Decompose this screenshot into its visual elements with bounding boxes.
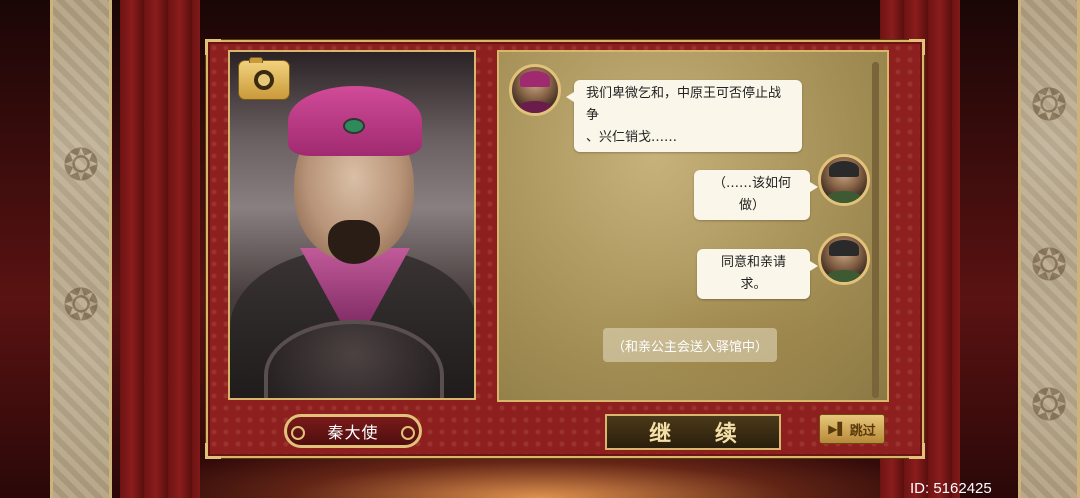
player-avatar bbox=[818, 233, 870, 285]
player-avatar bbox=[818, 154, 870, 206]
character-name: 秦大使 bbox=[327, 423, 379, 442]
user-id-label: ID: 5162425 bbox=[910, 480, 992, 497]
dragon-emblem-icon: ❂ bbox=[1030, 380, 1068, 431]
player-message-bubble: （……该如何做） bbox=[694, 170, 818, 220]
dialog-scrollbar[interactable] bbox=[872, 62, 879, 398]
skip-forward-icon: ▶▌ bbox=[828, 422, 847, 436]
curtain-left bbox=[120, 0, 200, 498]
skip-button[interactable]: ▶▌ 跳过 bbox=[819, 414, 885, 444]
scrollbar-thumb[interactable] bbox=[872, 62, 879, 398]
message-line: （……该如何做） bbox=[712, 176, 791, 213]
envoy-message-bubble: 我们卑微乞和，中原王可否停止战争 、兴仁销戈…… bbox=[566, 80, 802, 152]
frame-corner bbox=[909, 443, 925, 459]
envoy-avatar bbox=[509, 64, 561, 116]
camera-icon bbox=[254, 70, 274, 90]
dragon-emblem-icon: ❂ bbox=[62, 280, 100, 331]
character-name-plate: 秦大使 bbox=[284, 414, 422, 448]
message-line: 我们卑微乞和，中原王可否停止战争 bbox=[586, 86, 782, 123]
right-dragon-panel: ❂ ❂ ❂ bbox=[1018, 0, 1080, 498]
left-dragon-panel: ❂ ❂ bbox=[50, 0, 112, 498]
frame-corner bbox=[909, 39, 925, 55]
portrait-gem bbox=[343, 118, 365, 134]
message-line: 、兴仁销戈…… bbox=[586, 130, 678, 145]
dragon-emblem-icon: ❂ bbox=[62, 140, 100, 191]
continue-button[interactable]: 继 续 bbox=[605, 414, 781, 450]
character-portrait bbox=[228, 50, 476, 400]
frame-corner bbox=[205, 39, 221, 55]
camera-button[interactable] bbox=[238, 57, 290, 100]
narration-text: （和亲公主会送入驿馆中） bbox=[603, 328, 777, 362]
dragon-emblem-icon: ❂ bbox=[1030, 80, 1068, 131]
portrait-beard bbox=[328, 220, 380, 264]
frame-corner bbox=[205, 443, 221, 459]
dragon-emblem-icon: ❂ bbox=[1030, 240, 1068, 291]
message-line: 同意和亲请求。 bbox=[720, 255, 786, 292]
player-message-bubble: 同意和亲请求。 bbox=[697, 249, 818, 299]
